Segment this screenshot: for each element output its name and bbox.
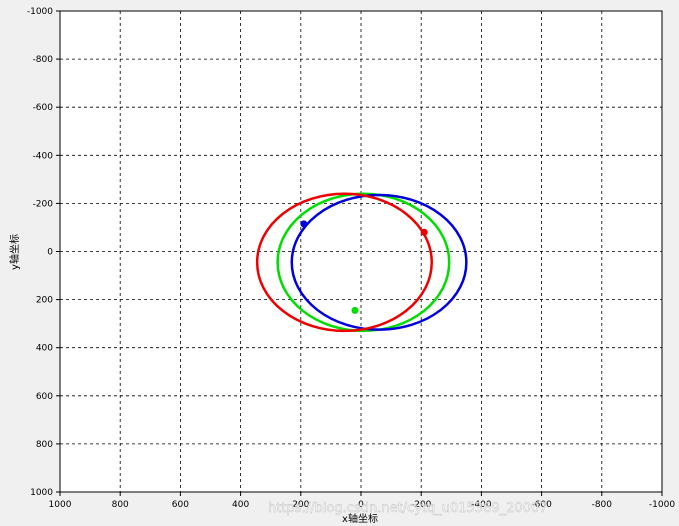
y-tick-label: 1000: [30, 488, 53, 498]
y-tick-label: 400: [36, 344, 53, 354]
x-tick-label: -1000: [649, 500, 675, 510]
y-tick-label: 800: [36, 440, 53, 450]
series-marker: [420, 228, 428, 236]
y-tick-label: -800: [33, 55, 54, 65]
series-marker: [300, 220, 308, 228]
watermark: https://blog.csdn.net/cytq_u015369_20007: [268, 501, 547, 516]
x-tick-label: 1000: [49, 500, 72, 510]
y-tick-label: 0: [47, 248, 53, 258]
y-tick-label: 200: [36, 296, 53, 306]
x-tick-label: 800: [112, 500, 129, 510]
y-tick-label: -400: [33, 151, 54, 161]
x-tick-label: 400: [232, 500, 249, 510]
y-axis-label: y轴坐标: [8, 234, 21, 270]
x-tick-label: 600: [172, 500, 189, 510]
y-tick-label: -600: [33, 103, 54, 113]
y-tick-label: -1000: [27, 7, 53, 17]
series-marker: [351, 306, 359, 314]
y-tick-label: -200: [33, 199, 54, 209]
x-tick-label: -800: [592, 500, 613, 510]
chart: 1000 800 600 400 200 0 -200 -400 -600 -800 -1000 -1…: [8, 7, 675, 525]
y-tick-label: 600: [36, 392, 53, 402]
